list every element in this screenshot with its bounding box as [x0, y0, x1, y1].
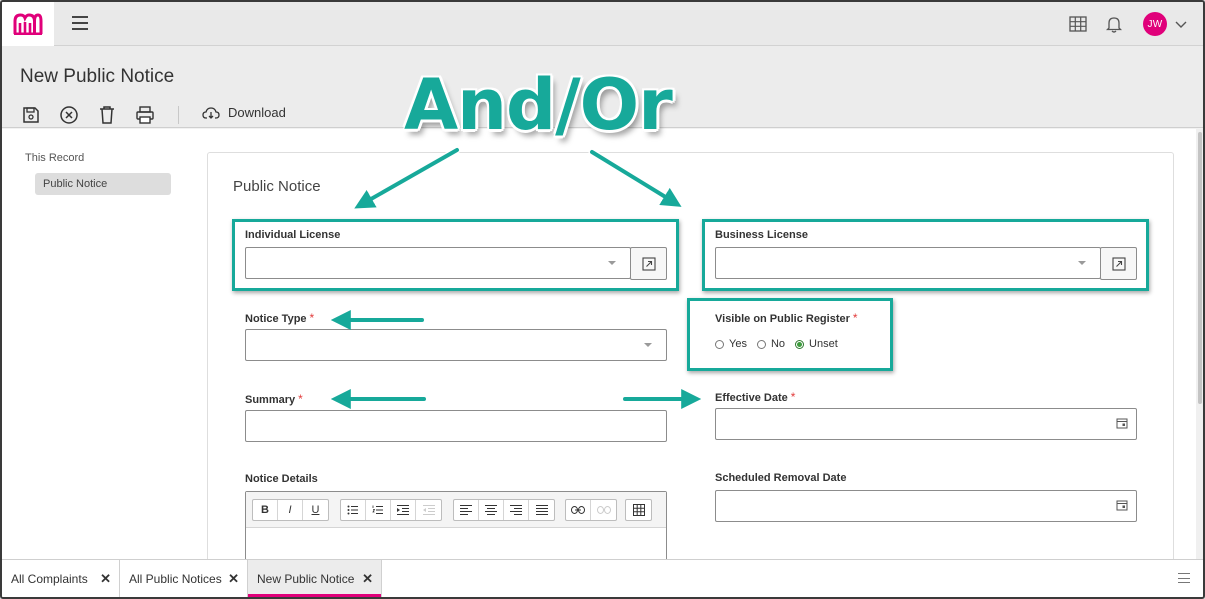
arrow-to-business-license: [590, 150, 682, 207]
active-tab-indicator: [248, 594, 381, 597]
app-window: JW New Public Notice Download This Recor…: [0, 0, 1205, 599]
tab-label: All Public Notices: [129, 572, 222, 586]
arrow-to-individual-license: [354, 148, 459, 209]
tab-label: New Public Notice: [257, 572, 355, 586]
tab-label: All Complaints: [11, 572, 88, 586]
tab-all-complaints[interactable]: All Complaints ✕: [2, 560, 120, 597]
bottom-tab-bar: All Complaints ✕ All Public Notices ✕ Ne…: [2, 559, 1203, 597]
close-icon[interactable]: ✕: [362, 571, 373, 587]
close-icon[interactable]: ✕: [228, 571, 239, 587]
tab-menu-icon[interactable]: [1178, 573, 1190, 583]
annotation-and-or-text: And/Or: [404, 64, 673, 146]
tab-new-public-notice[interactable]: New Public Notice ✕: [248, 560, 382, 597]
tab-all-public-notices[interactable]: All Public Notices ✕: [120, 560, 248, 597]
close-icon[interactable]: ✕: [100, 571, 111, 587]
